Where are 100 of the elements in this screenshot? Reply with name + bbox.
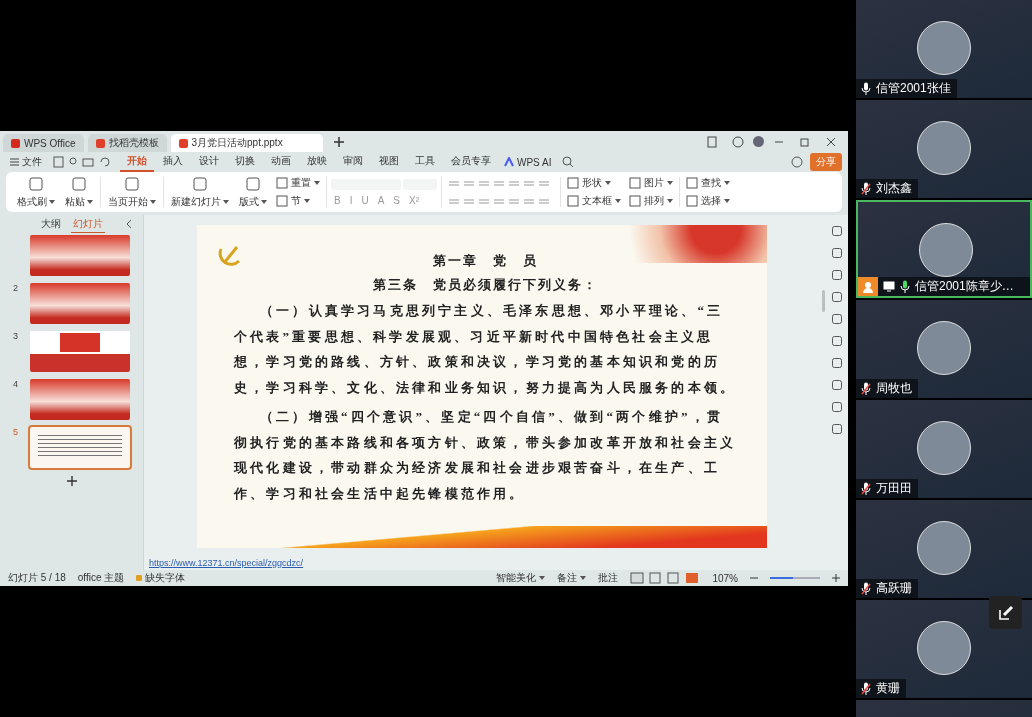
slide-thumbnail[interactable]	[30, 427, 130, 468]
caret-icon	[605, 181, 611, 185]
slide-thumbnail[interactable]	[30, 283, 130, 324]
ribbon-button[interactable]: 形状	[565, 175, 623, 191]
caret-icon	[667, 181, 673, 185]
document-tab[interactable]: 找稻壳模板	[87, 134, 167, 152]
tool-icon[interactable]	[831, 401, 843, 413]
notes-button[interactable]: 备注	[557, 571, 587, 585]
view-mode-icons[interactable]	[630, 572, 701, 584]
tool-icon	[686, 195, 698, 207]
tool-icon[interactable]	[831, 247, 843, 259]
ribbon-tab[interactable]: 切换	[228, 152, 262, 172]
ribbon-button[interactable]: 新建幻灯片	[168, 175, 232, 209]
zoom-in-icon[interactable]	[832, 574, 840, 582]
participant-tile[interactable]: 信管2001张佳	[856, 0, 1032, 98]
participant-name: 刘杰鑫	[876, 180, 912, 197]
tool-icon[interactable]	[831, 379, 843, 391]
participant-tile[interactable]: 刘杰鑫	[856, 100, 1032, 198]
ribbon-tab[interactable]: 视图	[372, 152, 406, 172]
tool-icon[interactable]	[831, 313, 843, 325]
tool-icon[interactable]	[831, 423, 843, 435]
quick-access-icons[interactable]	[53, 156, 113, 168]
participant-name: 万田田	[876, 480, 912, 497]
ribbon-tab[interactable]: 工具	[408, 152, 442, 172]
participant-tile[interactable]: 高跃珊	[856, 500, 1032, 598]
participant-tile[interactable]: 万田田	[856, 400, 1032, 498]
slide-number: 2	[13, 283, 19, 295]
caret-icon	[615, 199, 621, 203]
participant-name: 高跃珊	[876, 580, 912, 597]
user-avatar[interactable]	[753, 136, 764, 147]
add-slide-icon[interactable]	[66, 476, 77, 486]
close-icon[interactable]	[825, 135, 837, 148]
tool-icon	[276, 195, 288, 207]
slide-subtitle: 第三条 党员必须履行下列义务：	[372, 276, 599, 294]
caret-icon	[87, 199, 93, 204]
panel-tab[interactable]: 幻灯片	[70, 215, 105, 233]
avatar	[917, 621, 971, 675]
window-icon[interactable]	[706, 135, 718, 148]
comments-button[interactable]: 批注	[598, 571, 619, 585]
ribbon-tab[interactable]: 放映	[300, 152, 334, 172]
slide-title: 第一章 党 员	[432, 252, 539, 270]
tool-icon[interactable]	[831, 225, 843, 237]
add-tab-icon[interactable]	[331, 134, 346, 149]
slide-thumbnail[interactable]	[30, 379, 130, 420]
avatar	[917, 21, 971, 75]
ribbon-button[interactable]: 查找	[684, 175, 732, 191]
ribbon-button[interactable]: 节	[274, 193, 322, 209]
zoom-out-icon[interactable]	[750, 574, 758, 582]
scrollbar[interactable]	[821, 290, 825, 312]
file-menu[interactable]: 文件	[6, 155, 46, 169]
ribbon-button[interactable]: 文本框	[565, 193, 623, 209]
slide-number: 5	[13, 427, 19, 439]
slide-number: 4	[13, 379, 19, 391]
ribbon-button[interactable]: 当页开始	[105, 175, 159, 209]
warning-icon	[136, 575, 143, 581]
participant-tile[interactable]: 黄珊	[856, 600, 1032, 698]
theme-button[interactable]: office 主题	[77, 571, 125, 585]
tool-icon	[28, 175, 44, 192]
caret-icon	[724, 199, 730, 203]
tool-icon	[192, 175, 208, 192]
document-tab[interactable]: 3月党日活动ppt.pptx	[170, 134, 323, 152]
tool-icon[interactable]	[831, 357, 843, 369]
beautify-button[interactable]: 智能美化	[496, 571, 546, 585]
ribbon-button[interactable]: 选择	[684, 193, 732, 209]
ribbon-button[interactable]: 排列	[627, 193, 675, 209]
ribbon-button[interactable]: 粘贴	[62, 175, 96, 209]
collapse-icon[interactable]	[125, 219, 133, 229]
document-tab[interactable]: WPS Office	[3, 134, 84, 152]
participant-tile[interactable]: 信管2001陈章少…	[856, 200, 1032, 298]
tool-icon[interactable]	[831, 335, 843, 347]
tool-icon	[245, 175, 261, 192]
tool-icon[interactable]	[831, 269, 843, 281]
tool-icon	[567, 177, 579, 189]
slide-thumbnail[interactable]	[30, 235, 130, 276]
ribbon-tab[interactable]: 插入	[156, 152, 190, 172]
ribbon-tab[interactable]: 审阅	[336, 152, 370, 172]
app-logo-icon	[11, 138, 20, 148]
slide-counter: 幻灯片 5 / 18	[8, 571, 66, 585]
missing-font-button[interactable]: 缺失字体	[136, 571, 186, 585]
participant-tile[interactable]: 周牧也	[856, 300, 1032, 398]
ribbon-button[interactable]: 格式刷	[14, 175, 58, 209]
panel-tab[interactable]: 大纲	[38, 215, 63, 233]
ai-button[interactable]: WPS AI	[500, 156, 556, 168]
caret-icon	[724, 181, 730, 185]
ribbon-tab[interactable]: 动画	[264, 152, 298, 172]
tool-icon	[276, 177, 288, 189]
caret-icon	[304, 199, 310, 203]
slide-paragraph: （一）认真学习马克思列宁主义、毛泽东思想、邓小平理论、“三个代表”重要思想、科学发展观、习近平新时代中国特色社会主义思想，学习党的路线、方针、政策和决议，学习党的基本知识和党的历史，学习科学、文化、法律和业务知识，努力提高为人民服务的本领。	[234, 302, 737, 397]
ribbon-tab[interactable]: 设计	[192, 152, 226, 172]
search-icon[interactable]	[562, 156, 575, 168]
ribbon-button[interactable]: 版式	[236, 175, 270, 209]
link[interactable]: https://www.12371.cn/special/zggcdzc/	[149, 558, 304, 568]
annotate-button[interactable]	[989, 596, 1022, 629]
ribbon-button[interactable]: 图片	[627, 175, 675, 191]
avatar	[917, 421, 971, 475]
tool-icon[interactable]	[831, 291, 843, 303]
ribbon-button[interactable]: 重置	[274, 175, 322, 191]
slide-thumbnail[interactable]	[30, 331, 130, 372]
restore-icon[interactable]	[799, 135, 811, 148]
ribbon-tab[interactable]: 会员专享	[444, 152, 498, 172]
